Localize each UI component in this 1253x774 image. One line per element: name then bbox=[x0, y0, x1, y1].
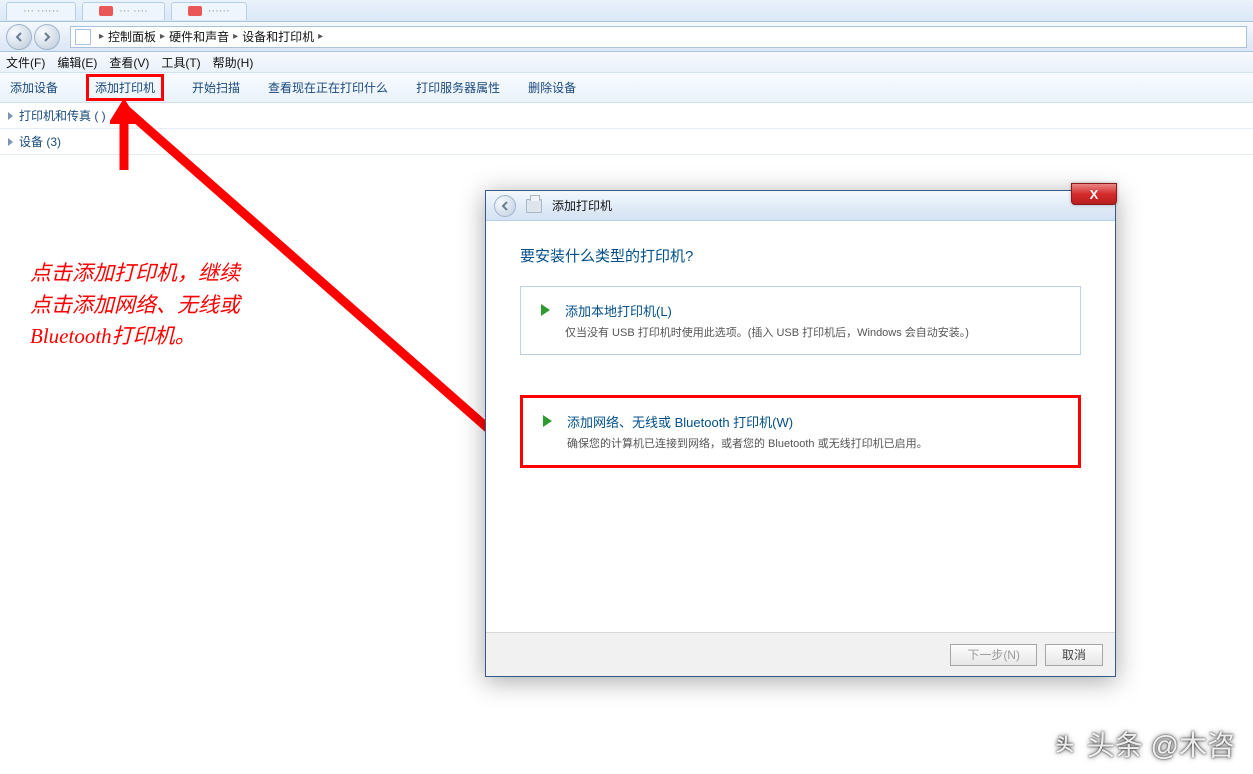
tab-icon bbox=[99, 6, 113, 16]
menu-bar: 文件(F) 编辑(E) 查看(V) 工具(T) 帮助(H) bbox=[0, 52, 1253, 73]
expand-icon bbox=[8, 138, 13, 146]
menu-view[interactable]: 查看(V) bbox=[109, 54, 149, 71]
menu-edit[interactable]: 编辑(E) bbox=[57, 54, 97, 71]
arrow-right-icon bbox=[537, 302, 553, 318]
breadcrumb-item[interactable]: 设备和打印机 bbox=[242, 28, 314, 45]
group-printers-fax[interactable]: 打印机和传真 ( ) bbox=[0, 103, 1253, 129]
option-title: 添加本地打印机(L) bbox=[565, 301, 1062, 320]
browser-tab-strip: ··· ······ ··· ···· ······ bbox=[0, 0, 1253, 22]
watermark-text: 头条 @木咨 bbox=[1087, 724, 1235, 764]
annotation-text: 点击添加打印机，继续 点击添加网络、无线或 Bluetooth打印机。 bbox=[30, 258, 290, 353]
cmd-server-props[interactable]: 打印服务器属性 bbox=[416, 75, 500, 100]
watermark-icon: 头 bbox=[1049, 728, 1081, 760]
command-bar: 添加设备 添加打印机 开始扫描 查看现在正在打印什么 打印服务器属性 删除设备 bbox=[0, 73, 1253, 103]
cancel-button[interactable]: 取消 bbox=[1045, 644, 1103, 666]
expand-icon bbox=[8, 112, 13, 120]
cmd-remove-device[interactable]: 删除设备 bbox=[528, 75, 576, 100]
option-desc: 确保您的计算机已连接到网络，或者您的 Bluetooth 或无线打印机已启用。 bbox=[567, 435, 1060, 451]
forward-button[interactable] bbox=[34, 24, 60, 50]
dialog-body: 要安装什么类型的打印机? 添加本地打印机(L) 仅当没有 USB 打印机时使用此… bbox=[486, 221, 1115, 632]
back-button[interactable] bbox=[6, 24, 32, 50]
browser-tab[interactable]: ··· ······ bbox=[6, 2, 76, 20]
printer-icon bbox=[526, 199, 542, 213]
next-button[interactable]: 下一步(N) bbox=[950, 644, 1037, 666]
arrow-right-icon bbox=[539, 413, 555, 429]
dialog-question: 要安装什么类型的打印机? bbox=[520, 245, 1081, 266]
tab-icon bbox=[188, 6, 202, 16]
cmd-add-printer[interactable]: 添加打印机 bbox=[86, 74, 164, 101]
cmd-see-printing[interactable]: 查看现在正在打印什么 bbox=[268, 75, 388, 100]
menu-tools[interactable]: 工具(T) bbox=[161, 54, 200, 71]
add-printer-dialog: X 添加打印机 要安装什么类型的打印机? 添加本地打印机(L) 仅当没有 USB… bbox=[485, 190, 1116, 677]
explorer-nav-bar: ▸ 控制面板 ▸ 硬件和声音 ▸ 设备和打印机 ▸ bbox=[0, 22, 1253, 52]
close-button[interactable]: X bbox=[1071, 183, 1117, 205]
breadcrumb-item[interactable]: 控制面板 bbox=[108, 28, 156, 45]
dialog-titlebar: 添加打印机 bbox=[486, 191, 1115, 221]
option-title: 添加网络、无线或 Bluetooth 打印机(W) bbox=[567, 412, 1060, 431]
dialog-back-button[interactable] bbox=[494, 195, 516, 217]
watermark: 头 头条 @木咨 bbox=[1049, 724, 1235, 764]
option-desc: 仅当没有 USB 打印机时使用此选项。(插入 USB 打印机后，Windows … bbox=[565, 324, 1062, 340]
close-icon: X bbox=[1090, 187, 1099, 202]
dialog-title: 添加打印机 bbox=[552, 197, 612, 214]
browser-tab[interactable]: ··· ···· bbox=[82, 2, 165, 20]
option-network-printer[interactable]: 添加网络、无线或 Bluetooth 打印机(W) 确保您的计算机已连接到网络，… bbox=[520, 395, 1081, 468]
option-local-printer[interactable]: 添加本地打印机(L) 仅当没有 USB 打印机时使用此选项。(插入 USB 打印… bbox=[520, 286, 1081, 355]
group-label: 设备 (3) bbox=[19, 133, 61, 150]
breadcrumb-item[interactable]: 硬件和声音 bbox=[169, 28, 229, 45]
group-label: 打印机和传真 ( ) bbox=[19, 107, 106, 124]
group-devices[interactable]: 设备 (3) bbox=[0, 129, 1253, 155]
dialog-footer: 下一步(N) 取消 bbox=[486, 632, 1115, 676]
location-icon bbox=[75, 29, 91, 45]
cmd-add-device[interactable]: 添加设备 bbox=[10, 75, 58, 100]
cmd-start-scan[interactable]: 开始扫描 bbox=[192, 75, 240, 100]
breadcrumb-bar[interactable]: ▸ 控制面板 ▸ 硬件和声音 ▸ 设备和打印机 ▸ bbox=[70, 26, 1247, 48]
browser-tab[interactable]: ······ bbox=[171, 2, 247, 20]
menu-file[interactable]: 文件(F) bbox=[6, 54, 45, 71]
menu-help[interactable]: 帮助(H) bbox=[213, 54, 254, 71]
content-area: 打印机和传真 ( ) 设备 (3) bbox=[0, 103, 1253, 155]
